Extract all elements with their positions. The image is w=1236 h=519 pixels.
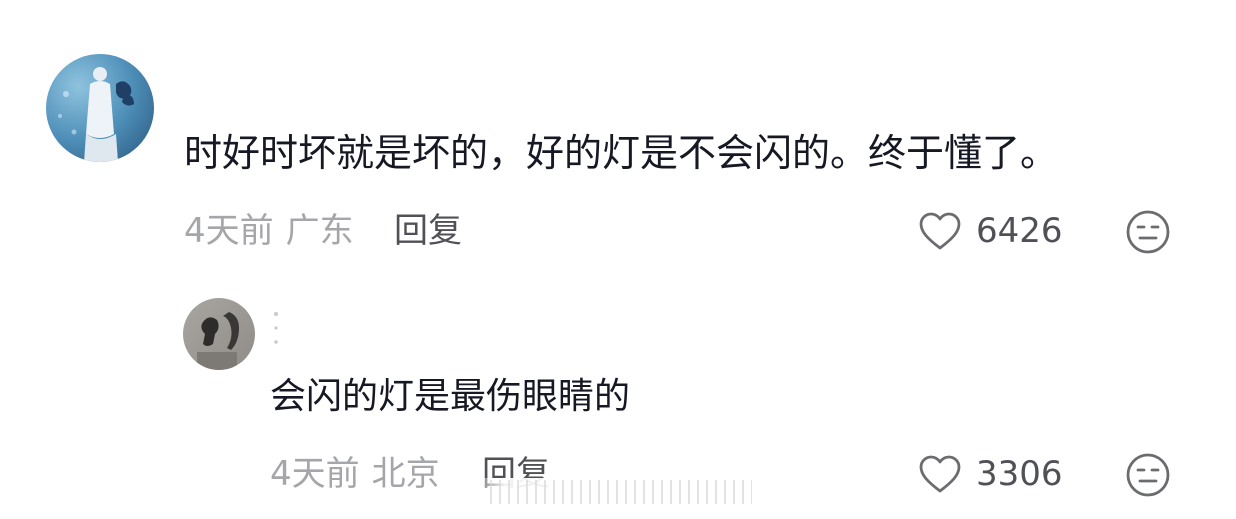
reply-like-button[interactable]: 3306 (918, 452, 1063, 496)
comment-location: 广东 (285, 211, 354, 251)
neutral-face-icon (1126, 453, 1170, 497)
user-avatar-icon (183, 298, 255, 370)
reply-avatar[interactable] (183, 298, 255, 370)
reply-meta: 4天前 北京 (270, 452, 440, 496)
comment-like-count: 6426 (976, 211, 1063, 251)
heart-outline-icon (919, 455, 961, 493)
comment-like-button[interactable]: 6426 (918, 209, 1063, 253)
comment-avatar[interactable] (46, 54, 154, 162)
heart-outline-icon (919, 212, 961, 250)
reply-emoji-button[interactable] (1125, 452, 1171, 498)
comment-meta: 4天前 广东 (184, 209, 354, 253)
comment-emoji-button[interactable] (1125, 209, 1171, 255)
comment-reply-button[interactable]: 回复 (394, 209, 462, 253)
reply-text: 会闪的灯是最伤眼睛的 (270, 376, 631, 417)
reply-location: 北京 (371, 454, 440, 494)
watermark-pattern (490, 480, 752, 504)
username-placeholder (274, 312, 278, 344)
user-avatar-icon (46, 54, 154, 162)
comment-time: 4天前 (184, 211, 274, 251)
reply-time: 4天前 (270, 454, 360, 494)
reply-like-count: 3306 (976, 454, 1063, 494)
comment-text: 时好时坏就是坏的，好的灯是不会闪的。终于懂了。 (184, 131, 1059, 175)
neutral-face-icon (1126, 210, 1170, 254)
